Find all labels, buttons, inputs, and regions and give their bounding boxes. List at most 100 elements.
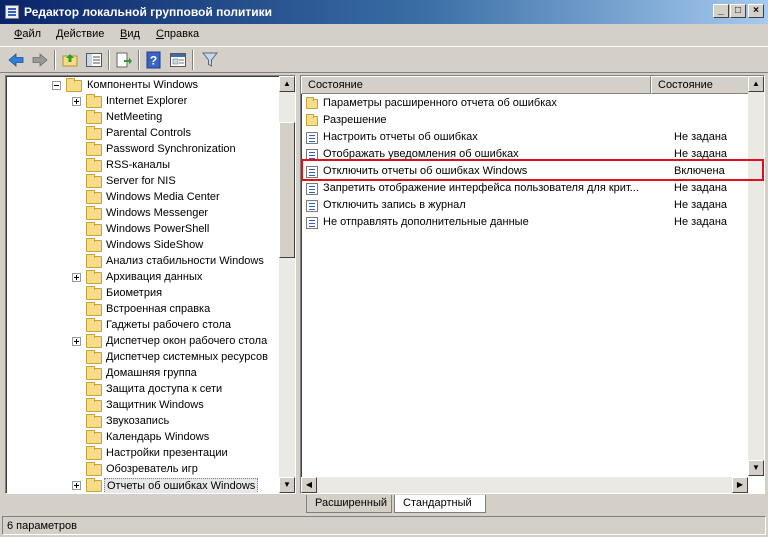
tree-item-windows-components[interactable]: Компоненты Windows xyxy=(6,78,276,94)
tree-item[interactable]: Календарь Windows xyxy=(6,430,276,446)
tree-item[interactable]: Анализ стабильности Windows xyxy=(6,254,276,270)
properties-icon[interactable] xyxy=(168,50,188,70)
tree-item[interactable]: Server for NIS xyxy=(6,174,276,190)
tree-pane[interactable]: Компоненты Windows Internet Explorer NetMe… xyxy=(5,75,296,494)
tree-item[interactable]: RSS-каналы xyxy=(6,158,276,174)
tree-item[interactable]: Биометрия xyxy=(6,286,276,302)
tree-item[interactable]: Windows Media Center xyxy=(6,190,276,206)
scroll-down-icon[interactable]: ▼ xyxy=(279,477,295,493)
folder-icon xyxy=(86,398,102,412)
tree-item-label: Звукозапись xyxy=(106,415,170,427)
list-setting-row[interactable]: Настроить отчеты об ошибках Не задана xyxy=(301,129,764,146)
gpedit-app-icon[interactable] xyxy=(5,5,19,19)
setting-state: Не задана xyxy=(674,131,728,143)
column-header-name[interactable]: Состояние xyxy=(301,76,651,94)
title-bar[interactable]: Редактор локальной групповой политики _ … xyxy=(0,0,768,24)
tree-item[interactable]: Гаджеты рабочего стола xyxy=(6,318,276,334)
tree-item[interactable]: Настройки презентации xyxy=(6,446,276,462)
setting-state: Не задана xyxy=(674,199,728,211)
menu-bar: Файл Действие Вид Справка xyxy=(0,25,768,45)
list-vertical-scrollbar[interactable]: ▲ ▼ xyxy=(748,76,764,476)
maximize-button[interactable]: □ xyxy=(730,4,746,18)
scroll-up-icon[interactable]: ▲ xyxy=(279,76,295,92)
menu-view[interactable]: Вид xyxy=(120,28,140,40)
toolbar-separator xyxy=(138,50,140,70)
tree-item[interactable]: Отчеты об ошибках Windows xyxy=(6,478,276,493)
scroll-up-icon[interactable]: ▲ xyxy=(748,76,764,92)
setting-state: Не задана xyxy=(674,216,728,228)
menu-help[interactable]: Справка xyxy=(156,28,199,40)
up-folder-icon[interactable] xyxy=(60,50,80,70)
tree-item[interactable]: Password Synchronization xyxy=(6,142,276,158)
tree-item-label: Parental Controls xyxy=(106,127,191,139)
folder-icon xyxy=(86,190,102,204)
list-setting-row[interactable]: Запретить отображение интерфейса пользов… xyxy=(301,180,764,197)
forward-arrow-icon[interactable] xyxy=(30,50,50,70)
folder-icon xyxy=(86,238,102,252)
folder-icon xyxy=(86,318,102,332)
tree-scroll-thumb[interactable] xyxy=(279,122,295,258)
show-hide-tree-icon[interactable] xyxy=(84,50,104,70)
tab-standard[interactable]: Стандартный xyxy=(394,495,486,513)
column-header-state[interactable]: Состояние xyxy=(651,76,749,94)
tab-extended[interactable]: Расширенный xyxy=(306,495,392,513)
tree-item-label: Защитник Windows xyxy=(106,399,204,411)
list-header: Состояние Состояние xyxy=(301,76,764,94)
scroll-down-icon[interactable]: ▼ xyxy=(748,460,764,476)
folder-icon xyxy=(86,206,102,220)
collapse-icon[interactable] xyxy=(52,81,61,90)
tree-item[interactable]: Звукозапись xyxy=(6,414,276,430)
close-button[interactable]: × xyxy=(748,4,764,18)
expand-icon[interactable] xyxy=(72,481,81,490)
folder-icon xyxy=(86,126,102,140)
expand-icon[interactable] xyxy=(72,337,81,346)
list-setting-row[interactable]: Не отправлять дополнительные данные Не за… xyxy=(301,214,764,231)
list-folder-row[interactable]: Параметры расширенного отчета об ошибках xyxy=(301,95,764,112)
tree-item[interactable]: Parental Controls xyxy=(6,126,276,142)
toolbar-separator xyxy=(54,50,56,70)
tree-item[interactable]: Домашняя группа xyxy=(6,366,276,382)
folder-icon xyxy=(86,94,102,108)
menu-file[interactable]: Файл xyxy=(14,28,41,40)
folder-icon xyxy=(86,302,102,316)
tree-item-label: Отчеты об ошибках Windows xyxy=(104,478,259,493)
view-tabs: Расширенный Стандартный xyxy=(300,495,765,515)
scroll-right-icon[interactable]: ▶ xyxy=(732,477,748,493)
tree-item[interactable]: Windows Messenger xyxy=(6,206,276,222)
toolbar-separator xyxy=(108,50,110,70)
help-icon[interactable]: ? xyxy=(144,50,164,70)
tree-item-label: Календарь Windows xyxy=(106,431,210,443)
expand-icon[interactable] xyxy=(72,273,81,282)
folder-icon xyxy=(86,478,102,492)
list-setting-row[interactable]: Отключить запись в журнал Не задана xyxy=(301,197,764,214)
menu-action[interactable]: Действие xyxy=(56,28,104,40)
tree-item-label: RSS-каналы xyxy=(106,159,170,171)
tree-item[interactable]: Диспетчер окон рабочего стола xyxy=(6,334,276,350)
list-horizontal-scrollbar[interactable]: ◀ ▶ xyxy=(301,477,748,493)
filter-icon[interactable] xyxy=(200,50,220,70)
tree-item[interactable]: Встроенная справка xyxy=(6,302,276,318)
back-arrow-icon[interactable] xyxy=(6,50,26,70)
export-list-icon[interactable] xyxy=(114,50,134,70)
list-folder-row[interactable]: Разрешение xyxy=(301,112,764,129)
tree-item[interactable]: Windows SideShow xyxy=(6,238,276,254)
tree-item[interactable]: NetMeeting xyxy=(6,110,276,126)
folder-icon xyxy=(86,350,102,364)
folder-open-icon xyxy=(66,78,82,92)
tree-item[interactable]: Обозреватель игр xyxy=(6,462,276,478)
expand-icon[interactable] xyxy=(72,97,81,106)
tree-item[interactable]: Архивация данных xyxy=(6,270,276,286)
tree-item[interactable]: Windows PowerShell xyxy=(6,222,276,238)
tree-item[interactable]: Диспетчер системных ресурсов xyxy=(6,350,276,366)
tree-item[interactable]: Защитник Windows xyxy=(6,398,276,414)
folder-icon xyxy=(306,97,318,109)
tree-item[interactable]: Internet Explorer xyxy=(6,94,276,110)
highlight-annotation xyxy=(301,159,764,181)
status-text: 6 параметров xyxy=(7,520,77,532)
tree-item[interactable]: Защита доступа к сети xyxy=(6,382,276,398)
scroll-left-icon[interactable]: ◀ xyxy=(301,477,317,493)
tree-vertical-scrollbar[interactable]: ▲ ▼ xyxy=(279,76,295,493)
folder-icon xyxy=(86,414,102,428)
settings-list-pane[interactable]: Состояние Состояние Параметры расширенно… xyxy=(300,75,765,494)
minimize-button[interactable]: _ xyxy=(713,4,729,18)
